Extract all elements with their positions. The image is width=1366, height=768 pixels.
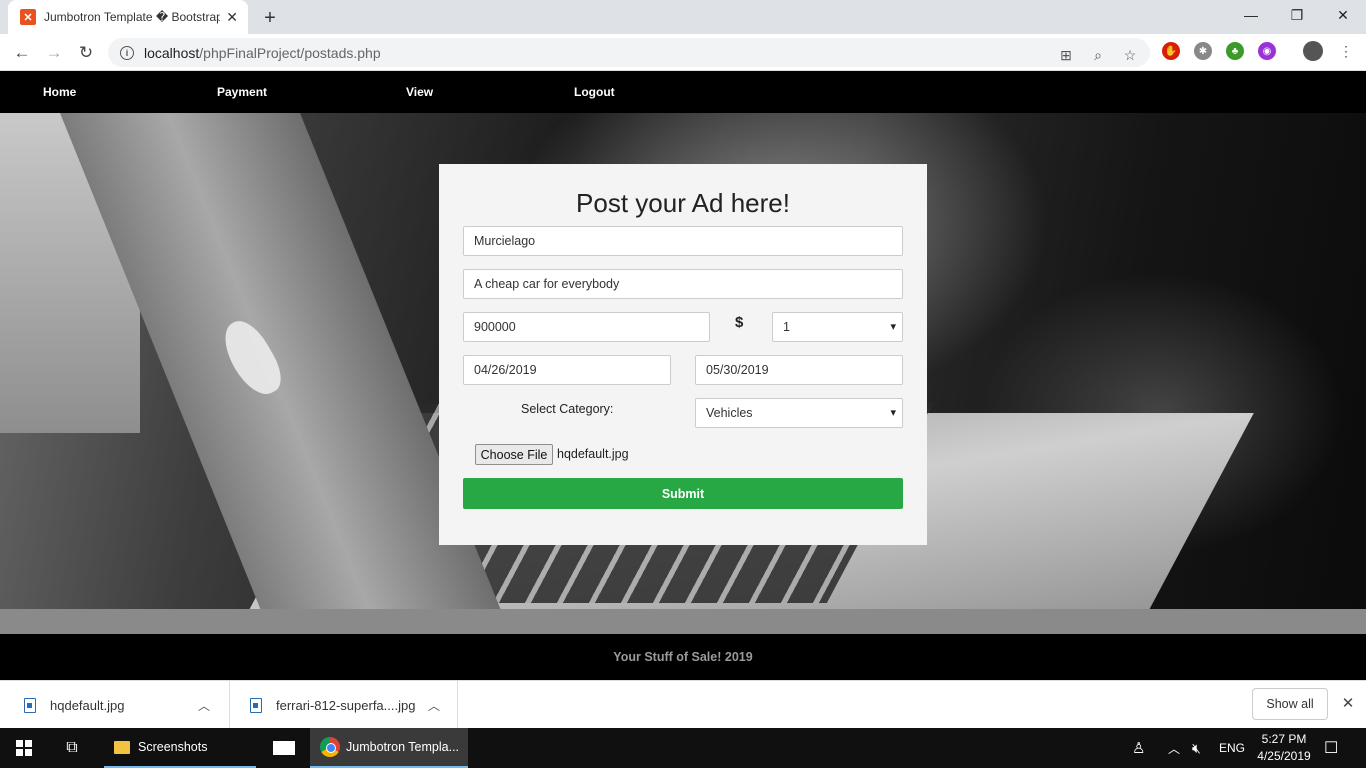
nav-home-link[interactable]: Home: [43, 85, 76, 99]
notifications-icon[interactable]: ☐: [1324, 728, 1338, 768]
taskbar-clock[interactable]: 5:27 PM 4/25/2019: [1254, 731, 1314, 765]
bug-extension-icon[interactable]: ✱: [1194, 42, 1212, 60]
clock-time: 5:27 PM: [1261, 732, 1307, 746]
ad-name-input[interactable]: Murcielago: [463, 226, 903, 256]
volume-muted-icon[interactable]: 🔇︎: [1192, 728, 1201, 768]
quantity-select[interactable]: 1: [772, 312, 903, 342]
downloads-shelf: hqdefault.jpg ︿ ferrari-812-superfa....j…: [0, 680, 1366, 729]
adblock-extension-icon[interactable]: ✋: [1162, 42, 1180, 60]
submit-button[interactable]: Submit: [463, 478, 903, 509]
category-select[interactable]: Vehicles: [695, 398, 903, 428]
image-file-icon: [250, 697, 262, 713]
nav-view-link[interactable]: View: [406, 85, 433, 99]
nav-logout-link[interactable]: Logout: [574, 85, 615, 99]
new-tab-icon[interactable]: +: [258, 6, 282, 30]
back-icon[interactable]: ←: [10, 41, 34, 65]
windows-taskbar: ⧉ Screenshots Jumbotron Templa... ♙ ︿ 🔇︎…: [0, 728, 1366, 768]
start-date-input[interactable]: 04/26/2019: [463, 355, 671, 385]
clock-date: 4/25/2019: [1257, 749, 1311, 763]
taskbar-chrome[interactable]: Jumbotron Templa...: [310, 728, 468, 768]
site-footer: Your Stuff of Sale! 2019: [0, 634, 1366, 680]
footer-divider: [0, 609, 1366, 634]
mail-icon: [273, 741, 295, 755]
url-host: localhost: [144, 44, 200, 61]
tab-close-icon[interactable]: ✕: [226, 9, 238, 26]
price-input[interactable]: 900000: [463, 312, 710, 342]
chrome-icon: [320, 737, 340, 757]
quantity-value: 1: [783, 320, 790, 334]
image-file-icon: [24, 697, 36, 713]
profile-avatar[interactable]: [1303, 41, 1323, 61]
taskbar-explorer[interactable]: Screenshots: [104, 728, 256, 768]
category-label: Select Category:: [521, 402, 614, 416]
reload-icon[interactable]: ↻: [74, 41, 98, 65]
translate-icon[interactable]: ⊞: [1056, 45, 1076, 65]
chevron-up-icon[interactable]: ︿: [198, 697, 210, 714]
end-date-input[interactable]: 05/30/2019: [695, 355, 903, 385]
download-item[interactable]: hqdefault.jpg ︿: [0, 681, 230, 729]
bookmark-star-icon[interactable]: ☆: [1120, 45, 1140, 65]
site-info-icon[interactable]: i: [120, 45, 134, 60]
site-navbar: Home Payment View Logout: [0, 71, 1366, 113]
download-item[interactable]: ferrari-812-superfa....jpg ︿: [230, 681, 458, 729]
zoom-icon[interactable]: ⌕: [1088, 45, 1108, 65]
window-close-icon[interactable]: ✕: [1320, 0, 1366, 30]
download-file-name: ferrari-812-superfa....jpg: [276, 697, 416, 713]
taskbar-mail[interactable]: [262, 728, 306, 768]
ad-description-input[interactable]: A cheap car for everybody: [463, 269, 903, 299]
footer-text: Your Stuff of Sale! 2019: [613, 650, 753, 664]
show-all-button[interactable]: Show all: [1252, 688, 1328, 720]
folder-icon: [114, 740, 130, 754]
forward-icon[interactable]: →: [42, 41, 66, 65]
browser-toolbar: ← → ↻ i localhost/phpFinalProject/postad…: [0, 34, 1366, 71]
start-button[interactable]: [8, 728, 40, 768]
restore-icon[interactable]: ❐: [1274, 0, 1320, 30]
xampp-favicon-icon: ✕: [20, 9, 36, 25]
menu-icon[interactable]: ⋮: [1336, 41, 1356, 61]
chevron-up-icon[interactable]: ︿: [428, 697, 440, 714]
nav-payment-link[interactable]: Payment: [217, 85, 267, 99]
tab-title: Jumbotron Template � Bootstrap: [44, 10, 221, 24]
taskbar-chrome-label: Jumbotron Templa...: [346, 740, 460, 754]
close-shelf-icon[interactable]: ✕: [1338, 693, 1358, 713]
minimize-icon[interactable]: —: [1228, 0, 1274, 30]
download-file-name: hqdefault.jpg: [50, 697, 125, 713]
language-indicator[interactable]: ENG: [1219, 728, 1245, 768]
tray-chevron-icon[interactable]: ︿: [1168, 728, 1180, 768]
form-title: Post your Ad here!: [576, 188, 790, 218]
choose-file-button[interactable]: Choose File: [475, 444, 553, 465]
purple-extension-icon[interactable]: ◉: [1258, 42, 1276, 60]
selected-file-name: hqdefault.jpg: [557, 447, 629, 461]
task-view-icon[interactable]: ⧉: [58, 728, 86, 768]
url-path: /phpFinalProject/postads.php: [199, 44, 381, 61]
windows-logo-icon: [16, 740, 32, 756]
people-icon[interactable]: ♙: [1132, 728, 1145, 768]
category-value: Vehicles: [706, 406, 753, 420]
browser-tabstrip: ✕ Jumbotron Template � Bootstrap ✕ + — ❐…: [0, 0, 1366, 34]
address-bar[interactable]: i localhost/phpFinalProject/postads.php …: [108, 38, 1150, 67]
browser-tab[interactable]: ✕ Jumbotron Template � Bootstrap ✕: [8, 0, 248, 34]
currency-symbol: $: [735, 314, 744, 331]
post-ad-form: Post your Ad here! Murcielago A cheap ca…: [439, 164, 927, 545]
tree-extension-icon[interactable]: ♣: [1226, 42, 1244, 60]
taskbar-explorer-label: Screenshots: [138, 740, 208, 754]
